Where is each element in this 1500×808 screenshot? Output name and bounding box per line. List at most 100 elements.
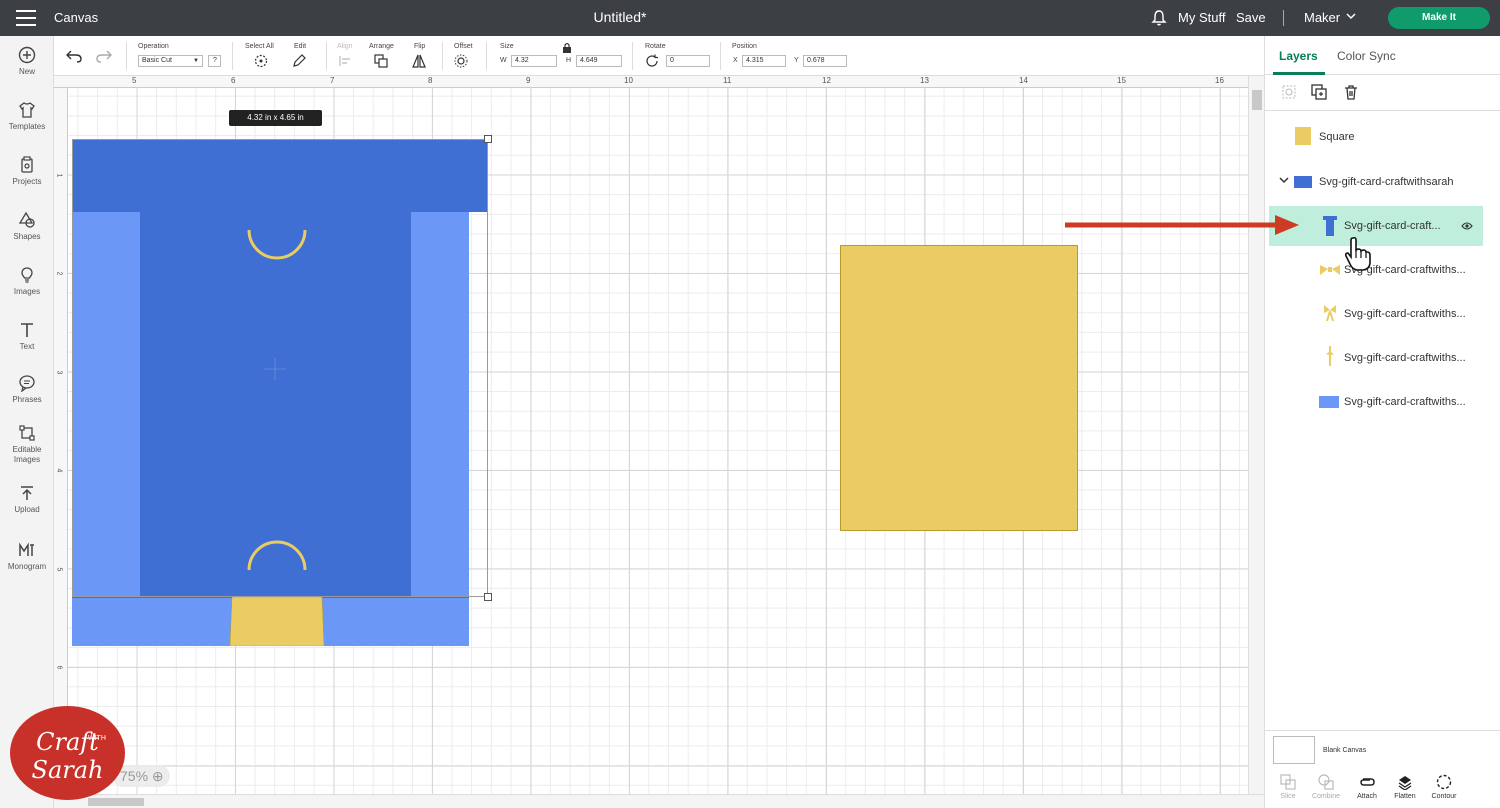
card-pocket-shape[interactable] [230,597,325,646]
layer-item[interactable]: Svg-gift-card-craftwiths... [1269,338,1483,378]
attach-label: Attach [1357,793,1377,800]
sidebar-item-monogram[interactable]: Monogram [0,541,54,572]
sidebar-label: Monogram [7,562,47,571]
bell-icon[interactable] [1150,9,1168,27]
layer-item-selected[interactable]: Svg-gift-card-craft... [1269,206,1483,246]
flatten-label: Flatten [1394,793,1416,800]
layer-group[interactable]: Svg-gift-card-craftwithsarah [1269,162,1483,202]
attach-button[interactable]: Attach [1349,774,1385,800]
menu-icon[interactable] [16,10,36,26]
eye-icon[interactable] [1461,221,1473,231]
speech-bubble-icon [19,375,35,392]
sidebar-item-shapes[interactable]: Shapes [0,211,54,242]
redo-icon[interactable] [96,49,112,63]
upload-icon [21,486,33,500]
horizontal-scrollbar[interactable] [54,794,1264,808]
group-icon[interactable] [1281,84,1297,100]
ruler-tick: 15 [1117,76,1126,85]
ruler-tick: 14 [1019,76,1028,85]
logo-line-1: Craft [36,728,99,756]
make-it-button[interactable]: Make It [1388,7,1490,29]
zoom-in-icon[interactable]: ⊕ [152,768,164,784]
help-button[interactable]: ? [208,55,221,67]
shapes-icon [18,211,35,228]
resize-handle[interactable] [484,593,492,601]
combine-button[interactable]: Combine [1308,774,1344,800]
tab-layers[interactable]: Layers [1279,49,1318,63]
height-field[interactable]: 4.649 [576,55,622,67]
sidebar-item-editable-images[interactable]: Editable Images [0,424,54,465]
y-label: Y [794,57,799,64]
size-label: Size [500,43,514,50]
machine-select[interactable]: Maker [1304,10,1340,25]
scroll-thumb[interactable] [88,798,144,806]
sidebar-item-upload[interactable]: Upload [0,484,54,515]
layer-thumbnail [1295,127,1311,145]
ruler-tick: 1 [55,173,63,178]
resize-handle[interactable] [484,135,492,143]
layer-label: Svg-gift-card-craftwiths... [1344,308,1466,320]
my-stuff-link[interactable]: My Stuff [1178,10,1225,25]
align-icon[interactable] [338,54,352,68]
blank-canvas-swatch[interactable] [1273,736,1315,764]
logo-small-text: WITH [88,735,106,742]
app-title: Canvas [54,10,99,25]
flatten-button[interactable]: Flatten [1387,774,1423,800]
divider [1265,110,1500,111]
rotate-icon[interactable] [645,54,659,68]
offset-icon[interactable] [454,54,468,68]
contour-icon [1436,774,1452,790]
craft-with-sarah-logo: Craft WITH Sarah [10,706,125,800]
yellow-square-shape[interactable] [840,245,1078,531]
pencil-icon[interactable] [292,54,306,68]
undo-icon[interactable] [66,49,82,63]
x-position-field[interactable]: 4.315 [742,55,786,67]
ruler-tick: 13 [920,76,929,85]
active-tab-indicator [1273,72,1325,75]
divider [720,42,721,70]
chevron-down-icon[interactable] [1279,176,1289,184]
select-all-icon[interactable] [254,54,268,68]
contour-button[interactable]: Contour [1426,774,1462,800]
operation-select[interactable]: Basic Cut ▼ [138,55,203,67]
shirt-icon [19,102,35,118]
sidebar-item-phrases[interactable]: Phrases [0,374,54,405]
layer-item[interactable]: Svg-gift-card-craftwiths... [1269,250,1483,290]
sidebar-item-new[interactable]: New [0,46,54,77]
width-field[interactable]: 4.32 [511,55,557,67]
sidebar-item-text[interactable]: Text [0,321,54,352]
trash-icon[interactable] [1343,84,1359,100]
scroll-thumb[interactable] [1252,90,1262,110]
slice-button[interactable]: Slice [1270,774,1306,800]
ruler-tick: 8 [428,76,433,85]
tab-color-sync[interactable]: Color Sync [1337,49,1396,63]
dropdown-arrow-icon: ▼ [193,58,199,64]
ruler-tick: 5 [55,567,63,572]
ruler-tick: 16 [1215,76,1224,85]
lock-icon[interactable] [562,42,572,53]
layer-item[interactable]: Svg-gift-card-craftwiths... [1269,382,1483,422]
rotate-field[interactable]: 0 [666,55,710,67]
layer-item[interactable]: Square [1269,117,1483,157]
sidebar-label: New [18,67,35,76]
x-label: X [733,57,738,64]
layer-thumbnail [1326,346,1334,366]
vertical-scrollbar[interactable] [1248,76,1264,794]
sidebar-label: Images [13,287,41,296]
chevron-down-icon[interactable] [1346,12,1356,20]
arrange-icon[interactable] [374,54,388,68]
y-position-field[interactable]: 0.678 [803,55,847,67]
flip-icon[interactable] [412,54,426,68]
top-ruler: 5 6 7 8 9 10 11 12 13 14 15 16 [54,76,1248,88]
sidebar-label: Phrases [12,395,42,404]
edit-label: Edit [294,43,307,50]
sidebar-item-projects[interactable]: Projects [0,156,54,187]
layer-thumbnail [1324,305,1336,321]
layer-item[interactable]: Svg-gift-card-craftwiths... [1269,294,1483,334]
sidebar-item-images[interactable]: Images [0,266,54,297]
sidebar-item-templates[interactable]: Templates [0,101,54,132]
duplicate-icon[interactable] [1311,84,1327,100]
save-button[interactable]: Save [1236,10,1266,25]
ruler-tick: 9 [526,76,531,85]
document-title[interactable]: Untitled* [560,9,680,25]
